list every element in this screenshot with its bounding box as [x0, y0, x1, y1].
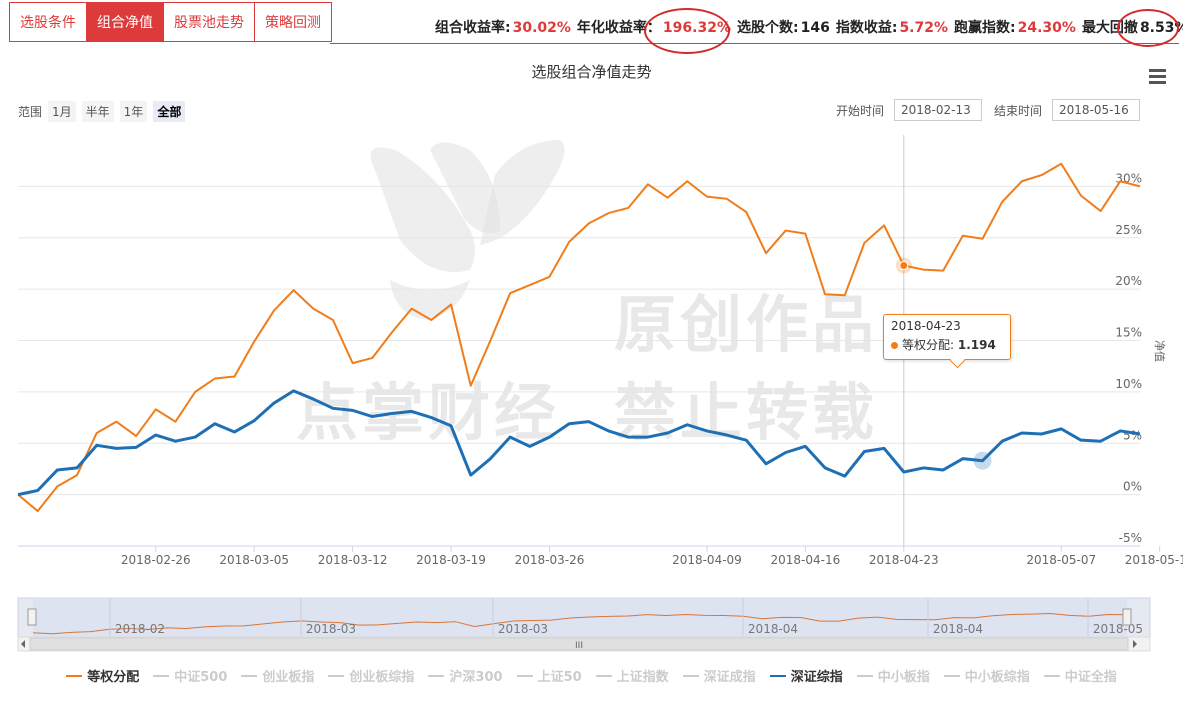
legend-label: 沪深300	[449, 670, 503, 685]
legend-label: 上证50	[537, 670, 582, 685]
legend-item[interactable]: 中证全指	[1043, 666, 1117, 685]
hover-point-halo	[973, 451, 992, 470]
x-tick-label: 2018-03-19	[416, 553, 486, 567]
navigator-label: 2018-03	[306, 622, 356, 636]
legend-swatch	[516, 674, 533, 677]
x-tick-label: 2018-03-26	[515, 553, 585, 567]
legend-label: 创业板指	[262, 670, 315, 685]
x-tick-label: 2018-03-12	[318, 553, 388, 567]
y-tick-label: 10%	[1115, 377, 1142, 391]
legend-label: 中证全指	[1064, 670, 1117, 685]
scrollbar-grip: III	[575, 641, 583, 651]
chart-legend: 等权分配 中证500 创业板指 创业板综指 沪深300 上证50 上证指数 深证成指 深证综指 中…	[0, 666, 1183, 685]
tooltip-series-dot	[891, 342, 898, 349]
legend-item[interactable]: 上证指数	[595, 666, 669, 685]
y-tick-label: 25%	[1115, 223, 1142, 237]
x-tick-label: 2018-05-07	[1026, 553, 1096, 567]
legend-swatch	[428, 674, 445, 677]
y-tick-label: 15%	[1115, 326, 1142, 340]
legend-item[interactable]: 中小板综指	[943, 666, 1030, 685]
navigator-left-handle[interactable]	[27, 608, 37, 626]
legend-swatch	[153, 674, 170, 677]
tooltip-value: 1.194	[957, 338, 996, 352]
x-tick-label: 2018-05-14	[1125, 553, 1183, 567]
legend-label: 创业板综指	[349, 670, 415, 685]
navigator-label: 2018-04	[748, 622, 798, 636]
legend-swatch	[769, 674, 786, 677]
legend-item[interactable]: 创业板指	[241, 666, 314, 685]
y-axis-title: 净值	[1153, 340, 1167, 362]
navigator-right-handle[interactable]	[1122, 608, 1132, 626]
y-tick-label: 20%	[1115, 274, 1142, 288]
navigator-label: 2018-05	[1093, 622, 1143, 636]
x-tick-label: 2018-04-16	[770, 553, 840, 567]
legend-item[interactable]: 上证50	[516, 666, 582, 685]
legend-swatch	[856, 674, 873, 677]
navigator-label: 2018-02	[115, 622, 165, 636]
x-tick-label: 2018-04-09	[672, 553, 742, 567]
legend-swatch	[241, 674, 258, 677]
legend-item[interactable]: 深证成指	[682, 666, 756, 685]
legend-label: 深证成指	[703, 670, 756, 685]
legend-swatch	[682, 674, 699, 677]
navigator-label: 2018-04	[933, 622, 983, 636]
tooltip-date: 2018-04-23	[891, 319, 961, 333]
legend-label: 中小板综指	[964, 670, 1030, 685]
legend-swatch	[943, 674, 960, 677]
legend-label: 上证指数	[616, 670, 669, 685]
legend-label: 中证500	[174, 670, 228, 685]
x-tick-label: 2018-03-05	[219, 553, 289, 567]
navigator-label: 2018-03	[498, 622, 548, 636]
legend-swatch	[328, 674, 345, 677]
x-tick-label: 2018-04-23	[869, 553, 939, 567]
legend-swatch	[66, 674, 83, 677]
legend-item[interactable]: 中证500	[153, 666, 227, 685]
legend-label: 等权分配	[87, 670, 140, 685]
legend-swatch	[595, 674, 612, 677]
legend-item[interactable]: 深证综指	[769, 666, 843, 685]
legend-item[interactable]: 中小板指	[856, 666, 930, 685]
legend-item[interactable]: 沪深300	[428, 666, 503, 685]
legend-label: 深证综指	[790, 670, 843, 685]
tooltip-series-name: 等权分配	[902, 338, 951, 352]
y-tick-label: -5%	[1119, 531, 1142, 545]
highlight-point	[899, 260, 909, 270]
chart-tooltip: 2018-04-23 等权分配: 1.194	[883, 314, 1011, 369]
legend-item[interactable]: 等权分配	[66, 666, 139, 685]
y-tick-label: 0%	[1123, 480, 1142, 494]
legend-swatch	[1043, 674, 1060, 677]
legend-item[interactable]: 创业板综指	[328, 666, 414, 685]
legend-label: 中小板指	[877, 670, 930, 685]
x-tick-label: 2018-02-26	[121, 553, 191, 567]
